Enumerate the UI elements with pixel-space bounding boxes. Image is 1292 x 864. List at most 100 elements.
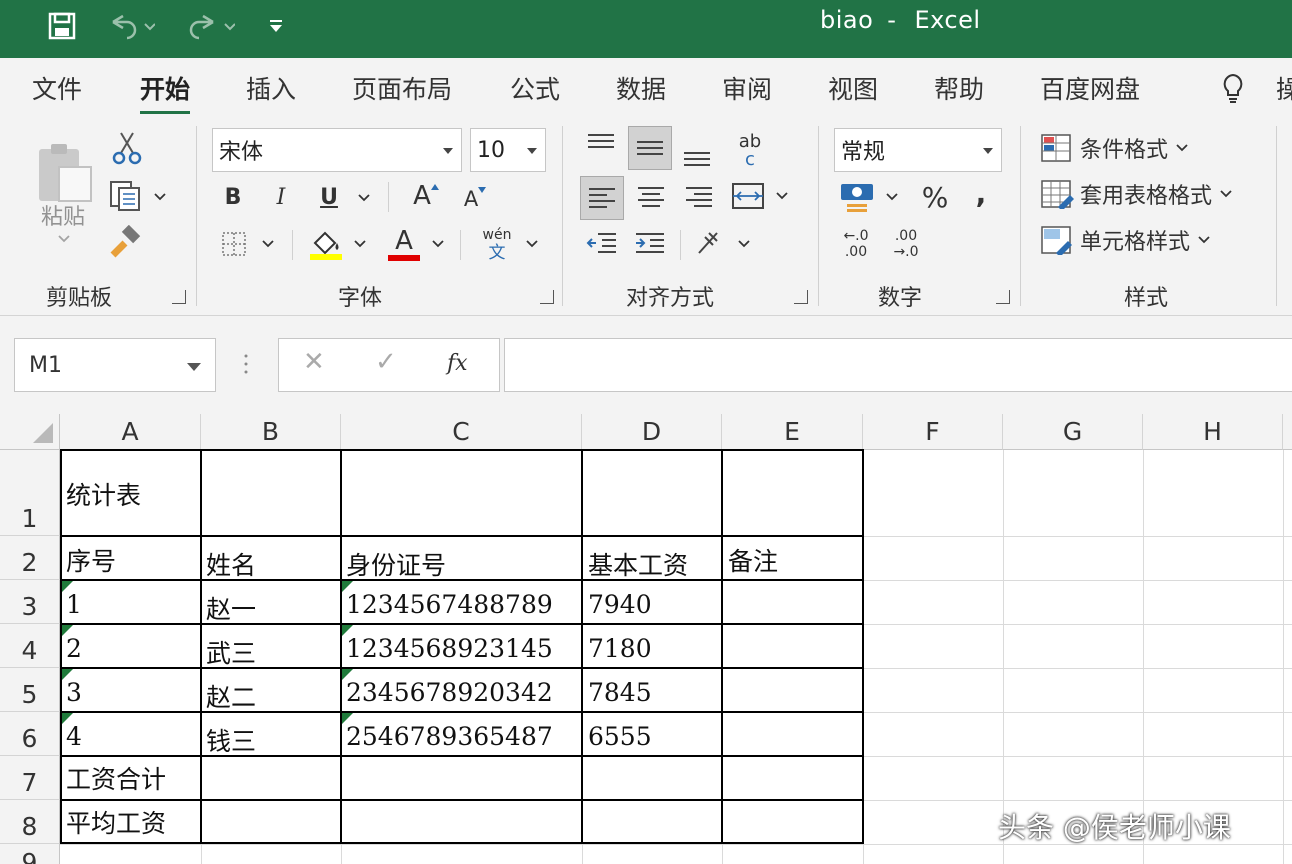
cell-A6[interactable]: 4: [66, 722, 82, 751]
tab-home[interactable]: 开始: [140, 70, 191, 114]
name-box[interactable]: M1: [14, 338, 216, 392]
phonetic-chevron-down-icon[interactable]: [522, 236, 542, 252]
font-name-chevron-down-icon[interactable]: [443, 148, 453, 154]
borders-icon[interactable]: [218, 228, 250, 260]
cell-B3[interactable]: 赵一: [206, 590, 256, 626]
cell-D4[interactable]: 7180: [588, 634, 652, 663]
cell-styles-button[interactable]: 单元格样式: [1040, 220, 1260, 260]
shrink-font-button[interactable]: A: [458, 182, 492, 216]
tab-insert[interactable]: 插入: [246, 70, 296, 106]
accounting-format-button[interactable]: [838, 178, 904, 216]
orientation-button[interactable]: [694, 224, 756, 262]
format-painter-icon[interactable]: [108, 224, 144, 260]
font-size-combo[interactable]: 10: [470, 128, 546, 172]
enter-icon[interactable]: ✓: [375, 347, 397, 377]
cell-C4[interactable]: 1234568923145: [346, 634, 553, 663]
cell-A7[interactable]: 工资合计: [66, 760, 166, 796]
column-header-C[interactable]: C: [341, 414, 582, 450]
cell-B4[interactable]: 武三: [206, 634, 256, 670]
row-header-4[interactable]: 4: [0, 624, 60, 668]
column-header-G[interactable]: G: [1003, 414, 1143, 450]
cell-D6[interactable]: 6555: [588, 722, 652, 751]
cancel-icon[interactable]: ✕: [303, 347, 325, 377]
underline-button[interactable]: U: [314, 180, 344, 214]
fill-color-chevron-down-icon[interactable]: [350, 236, 370, 252]
cell-A3[interactable]: 1: [66, 590, 82, 619]
row-header-5[interactable]: 5: [0, 668, 60, 712]
name-box-chevron-down-icon[interactable]: [187, 363, 201, 371]
align-center-icon[interactable]: [634, 180, 668, 214]
italic-button[interactable]: I: [266, 180, 296, 214]
number-format-combo[interactable]: 常规: [834, 128, 1002, 172]
save-icon[interactable]: [44, 10, 80, 42]
row-header-7[interactable]: 7: [0, 756, 60, 800]
cell-A1[interactable]: 统计表: [66, 476, 141, 512]
formula-bar-splitter[interactable]: [244, 352, 248, 376]
tab-page-layout[interactable]: 页面布局: [352, 70, 452, 106]
cell-D2[interactable]: 基本工资: [588, 546, 688, 582]
borders-chevron-down-icon[interactable]: [258, 236, 278, 252]
number-format-chevron-down-icon[interactable]: [983, 148, 993, 154]
tab-data[interactable]: 数据: [616, 70, 666, 106]
row-header-2[interactable]: 2: [0, 536, 60, 580]
cell-A8[interactable]: 平均工资: [66, 804, 166, 840]
column-header-D[interactable]: D: [582, 414, 722, 450]
font-size-chevron-down-icon[interactable]: [527, 148, 537, 154]
align-bottom-icon[interactable]: [680, 142, 714, 172]
cut-icon[interactable]: [110, 128, 144, 168]
conditional-formatting-button[interactable]: 条件格式: [1040, 128, 1260, 168]
alignment-launcher-icon[interactable]: [794, 290, 808, 304]
number-launcher-icon[interactable]: [996, 290, 1010, 304]
row-header-6[interactable]: 6: [0, 712, 60, 756]
align-middle-icon[interactable]: [628, 126, 672, 170]
increase-indent-icon[interactable]: [632, 226, 668, 260]
column-header-H[interactable]: H: [1143, 414, 1283, 450]
tab-review[interactable]: 审阅: [722, 70, 772, 106]
increase-decimal-button[interactable]: ←.0 .00: [836, 226, 876, 262]
cell-B2[interactable]: 姓名: [206, 546, 256, 582]
tab-formulas[interactable]: 公式: [510, 70, 560, 106]
column-header-E[interactable]: E: [722, 414, 863, 450]
formula-input[interactable]: [504, 338, 1292, 392]
row-header-1[interactable]: 1: [0, 450, 60, 536]
column-header-A[interactable]: A: [60, 414, 201, 450]
cell-B5[interactable]: 赵二: [206, 678, 256, 714]
tab-overflow[interactable]: 操: [1276, 70, 1292, 106]
tab-view[interactable]: 视图: [828, 70, 878, 106]
font-color-chevron-down-icon[interactable]: [428, 236, 448, 252]
bold-button[interactable]: B: [218, 180, 248, 214]
align-right-icon[interactable]: [682, 180, 716, 214]
font-color-button[interactable]: A: [386, 224, 422, 264]
percent-style-button[interactable]: %: [916, 178, 954, 216]
undo-icon[interactable]: [100, 10, 160, 42]
customize-qat-icon[interactable]: [262, 10, 290, 42]
cell-B6[interactable]: 钱三: [206, 722, 256, 758]
cell-C3[interactable]: 1234567488789: [346, 590, 553, 619]
row-header-9[interactable]: 9: [0, 844, 60, 864]
redo-icon[interactable]: [180, 10, 240, 42]
copy-button[interactable]: [108, 178, 172, 214]
column-header-B[interactable]: B: [201, 414, 341, 450]
tab-help[interactable]: 帮助: [934, 70, 984, 106]
cell-D3[interactable]: 7940: [588, 590, 652, 619]
align-left-icon[interactable]: [580, 176, 624, 220]
row-header-8[interactable]: 8: [0, 800, 60, 844]
format-as-table-button[interactable]: 套用表格格式: [1040, 174, 1280, 214]
tab-baidu-netdisk[interactable]: 百度网盘: [1040, 70, 1140, 106]
cell-C2[interactable]: 身份证号: [346, 546, 446, 582]
cell-D5[interactable]: 7845: [588, 678, 652, 707]
cell-A5[interactable]: 3: [66, 678, 82, 707]
insert-function-icon[interactable]: fx: [447, 351, 468, 376]
phonetic-guide-button[interactable]: wén 文: [476, 222, 518, 266]
wrap-text-button[interactable]: ab c: [730, 128, 770, 174]
decrease-indent-icon[interactable]: [584, 226, 620, 260]
align-top-icon[interactable]: [584, 128, 618, 158]
merge-center-button[interactable]: [730, 178, 794, 214]
cell-E2[interactable]: 备注: [728, 542, 778, 578]
paste-label[interactable]: 粘贴: [36, 200, 90, 230]
tell-me-lightbulb-icon[interactable]: [1220, 72, 1246, 110]
row-header-3[interactable]: 3: [0, 580, 60, 624]
tab-file[interactable]: 文件: [32, 70, 82, 106]
column-header-F[interactable]: F: [863, 414, 1003, 450]
comma-style-button[interactable]: ,: [966, 174, 996, 212]
